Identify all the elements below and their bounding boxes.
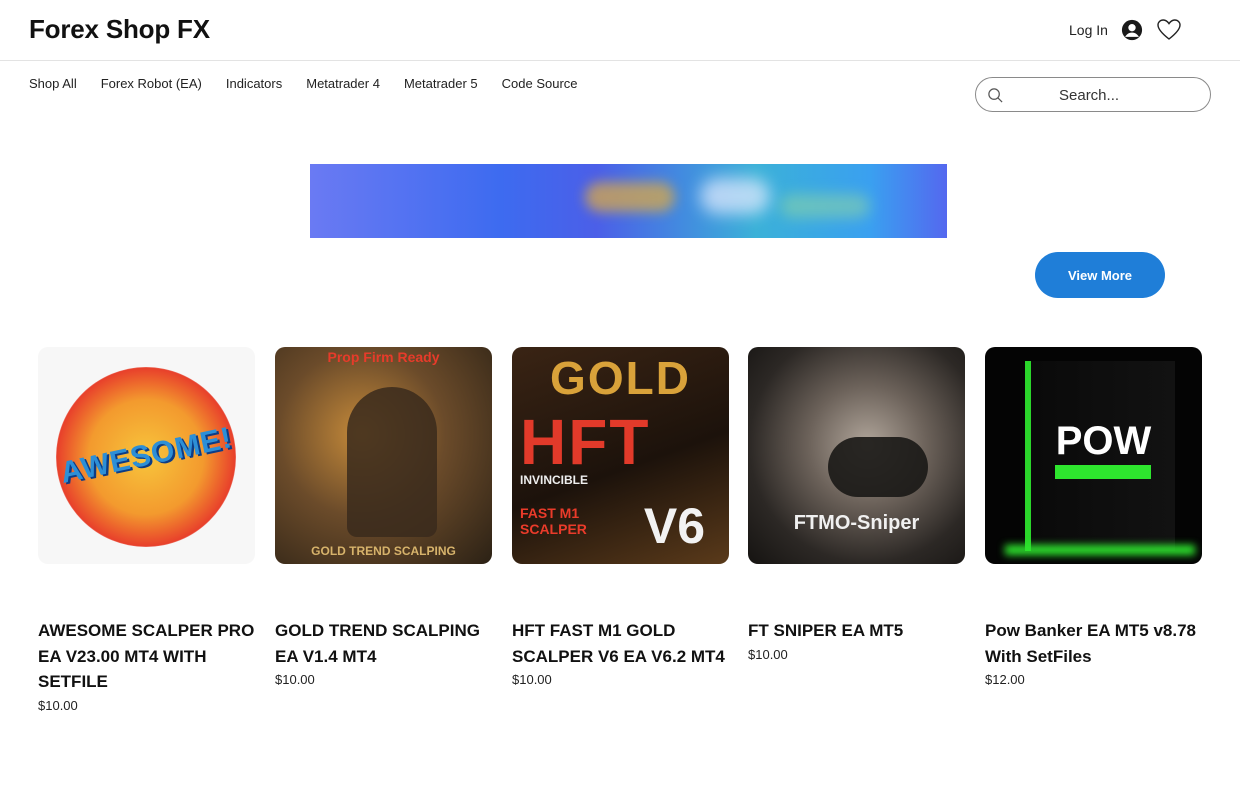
product-image-text: POW xyxy=(1055,419,1152,463)
wishlist-heart-icon[interactable] xyxy=(1156,17,1182,43)
product-image[interactable]: FTMO-Sniper xyxy=(748,347,965,564)
product-image[interactable]: Prop Firm Ready GOLD TREND SCALPING xyxy=(275,347,492,564)
product-name[interactable]: GOLD TREND SCALPING EA V1.4 MT4 xyxy=(275,618,492,669)
product-image-text: GOLD xyxy=(550,352,691,404)
product-image-text: GOLD TREND SCALPING xyxy=(311,544,456,558)
product-image-text: HFT xyxy=(520,406,651,478)
product-price: $12.00 xyxy=(985,672,1025,687)
product-image-text: INVINCIBLE xyxy=(520,473,589,487)
nav-item-metatrader-5[interactable]: Metatrader 5 xyxy=(404,76,478,92)
banner-graphic xyxy=(700,178,770,214)
user-avatar-icon[interactable] xyxy=(1121,19,1143,41)
nav-item-metatrader-4[interactable]: Metatrader 4 xyxy=(306,76,380,92)
product-image-text: V6 xyxy=(643,498,706,554)
login-link[interactable]: Log In xyxy=(1069,22,1108,38)
product-name[interactable]: HFT FAST M1 GOLD SCALPER V6 EA V6.2 MT4 xyxy=(512,618,729,669)
promo-banner[interactable] xyxy=(310,164,947,238)
sniper-graphic xyxy=(828,437,928,497)
nav-item-code-source[interactable]: Code Source xyxy=(502,76,578,92)
banner-graphic xyxy=(585,182,675,212)
product-image[interactable]: POW xyxy=(985,347,1202,564)
product-image[interactable]: AWESOME! xyxy=(38,347,255,564)
product-image-text: Prop Firm Ready xyxy=(327,349,440,365)
glow-graphic xyxy=(1005,545,1195,555)
product-image-text: FAST M1 SCALPER xyxy=(520,505,587,537)
product-image-text: FTMO-Sniper xyxy=(793,512,920,534)
product-card[interactable]: Prop Firm Ready GOLD TREND SCALPING GOLD… xyxy=(275,347,492,687)
product-name[interactable]: AWESOME SCALPER PRO EA V23.00 MT4 WITH S… xyxy=(38,618,255,695)
site-header: Forex Shop FX Log In xyxy=(0,0,1240,61)
product-card[interactable]: GOLD HFT INVINCIBLE FAST M1 SCALPER V6 H… xyxy=(512,347,729,687)
label-strip-graphic xyxy=(1055,465,1151,479)
product-card[interactable]: AWESOME! AWESOME SCALPER PRO EA V23.00 M… xyxy=(38,347,255,713)
product-image[interactable]: GOLD HFT INVINCIBLE FAST M1 SCALPER V6 xyxy=(512,347,729,564)
search-input[interactable] xyxy=(1016,82,1206,108)
product-price: $10.00 xyxy=(275,672,315,687)
search-icon[interactable] xyxy=(987,87,1004,104)
banner-graphic xyxy=(780,194,870,218)
product-price: $10.00 xyxy=(38,697,78,713)
nav-item-shop-all[interactable]: Shop All xyxy=(29,76,77,92)
product-name[interactable]: Pow Banker EA MT5 v8.78 With SetFiles xyxy=(985,618,1202,669)
product-card[interactable]: POW Pow Banker EA MT5 v8.78 With SetFile… xyxy=(985,347,1202,687)
search-box[interactable] xyxy=(975,77,1211,112)
site-logo[interactable]: Forex Shop FX xyxy=(29,14,210,45)
warrior-graphic xyxy=(347,387,437,537)
product-name[interactable]: FT SNIPER EA MT5 xyxy=(748,618,965,644)
product-price: $10.00 xyxy=(748,646,788,662)
nav-item-indicators[interactable]: Indicators xyxy=(226,76,282,92)
view-more-button[interactable]: View More xyxy=(1035,252,1165,298)
nav-item-forex-robot[interactable]: Forex Robot (EA) xyxy=(101,76,202,92)
product-card[interactable]: FTMO-Sniper FT SNIPER EA MT5 $10.00 xyxy=(748,347,965,662)
main-nav: Shop All Forex Robot (EA) Indicators Met… xyxy=(29,76,578,92)
product-price: $10.00 xyxy=(512,672,552,687)
